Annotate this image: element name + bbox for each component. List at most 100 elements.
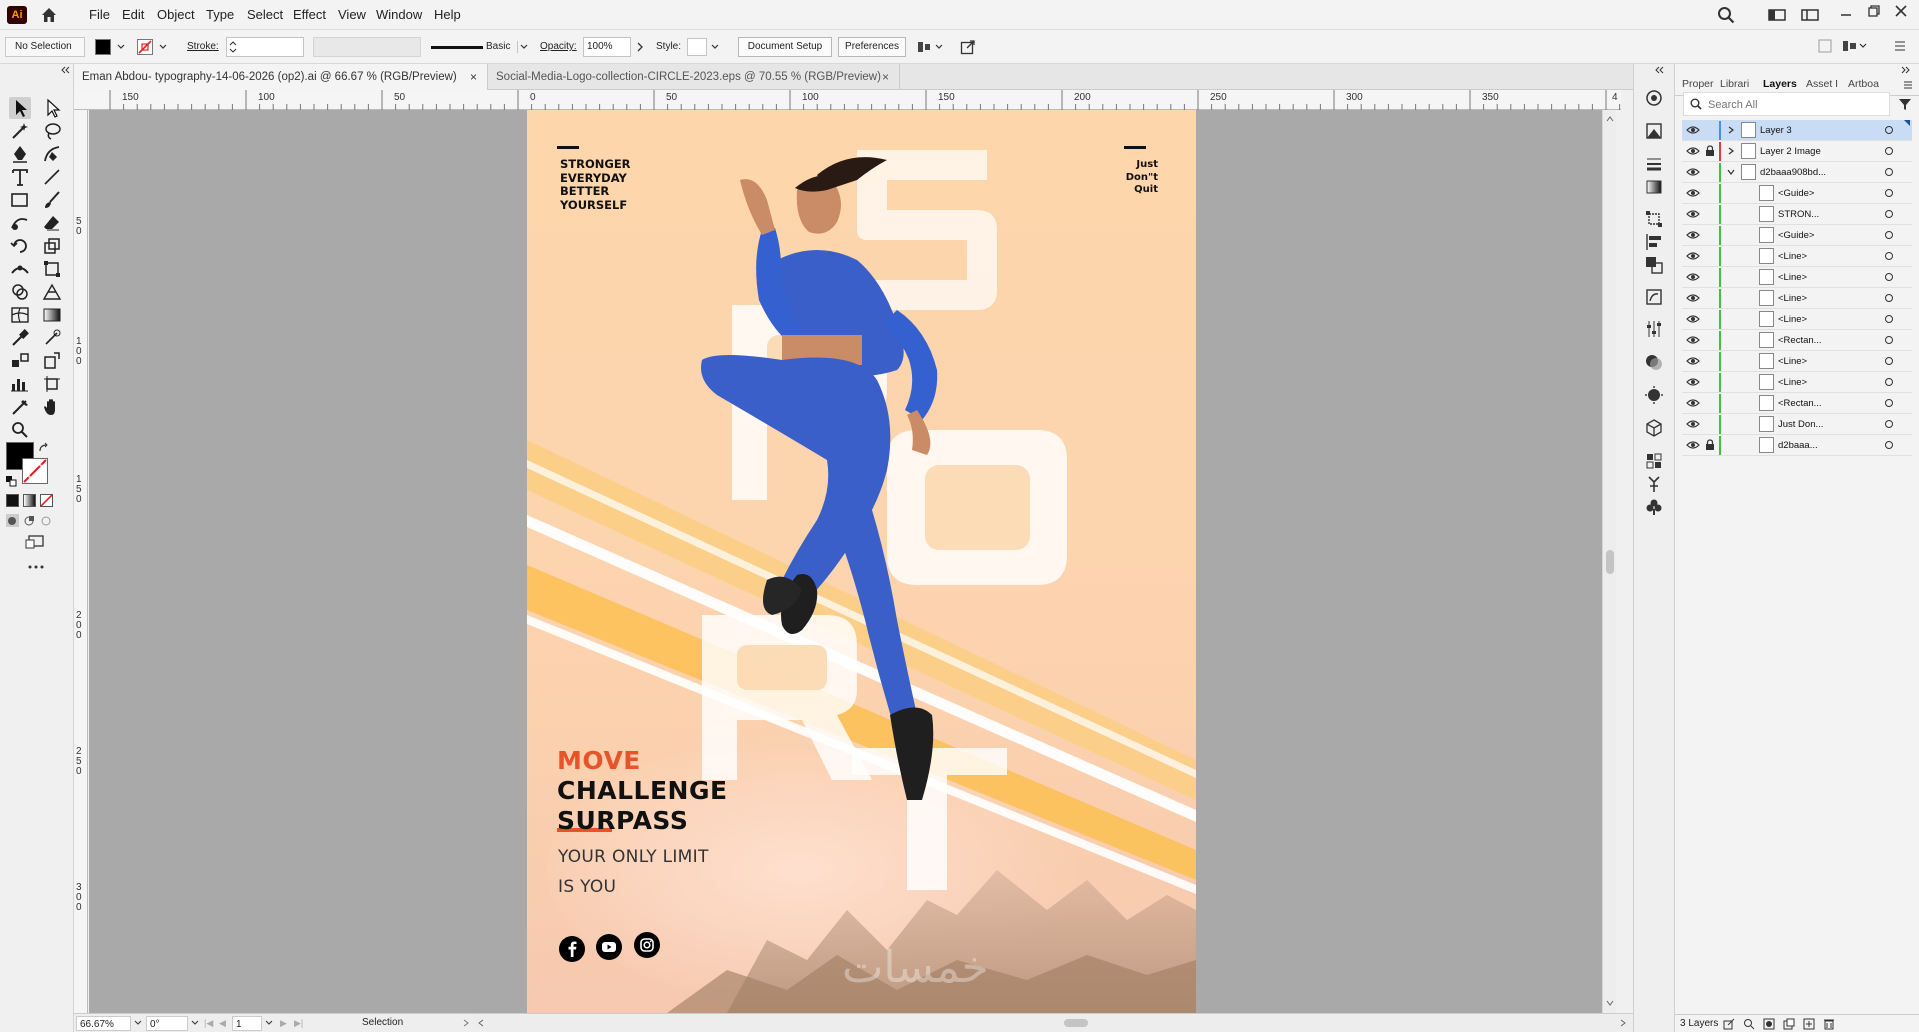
visibility-eye-icon[interactable] <box>1686 209 1700 219</box>
stroke-panel-icon[interactable] <box>1644 154 1664 174</box>
visibility-eye-icon[interactable] <box>1686 377 1700 387</box>
tab-active-document[interactable]: Eman Abdou- typography-14-06-2026 (op2).… <box>74 64 488 90</box>
layer-row[interactable]: d2baaa908bd... <box>1682 162 1912 183</box>
live-paint-tool-icon[interactable] <box>41 350 63 372</box>
vertical-scroll-thumb[interactable] <box>1606 550 1614 574</box>
target-circle-icon[interactable] <box>1884 167 1894 177</box>
visibility-eye-icon[interactable] <box>1686 419 1700 429</box>
scroll-up-icon[interactable] <box>1606 116 1614 122</box>
blend-tool-icon[interactable] <box>9 350 31 372</box>
visibility-eye-icon[interactable] <box>1686 230 1700 240</box>
artboard-number-field[interactable]: 1 <box>232 1016 262 1031</box>
rotation-dropdown-icon[interactable] <box>190 1019 200 1027</box>
layer-row[interactable]: <Line> <box>1682 246 1912 267</box>
minimize-button[interactable] <box>1838 5 1854 21</box>
lock-icon[interactable] <box>1705 439 1715 451</box>
edit-toolbar-icon[interactable] <box>27 562 45 572</box>
restore-button[interactable] <box>1866 3 1882 19</box>
next-artboard-icon[interactable]: ▶ <box>280 1018 290 1028</box>
width-tool-icon[interactable] <box>9 258 31 280</box>
visibility-eye-icon[interactable] <box>1686 188 1700 198</box>
layer-row[interactable]: <Rectan... <box>1682 393 1912 414</box>
default-fill-stroke-icon[interactable] <box>5 475 17 487</box>
rectangle-tool-icon[interactable] <box>9 189 31 211</box>
draw-behind-icon[interactable] <box>23 514 36 527</box>
canvas-area[interactable]: STRONGER EVERYDAY BETTER YOURSELF Just D… <box>89 110 1616 1013</box>
hand-tool-icon[interactable] <box>41 396 63 418</box>
target-circle-icon[interactable] <box>1884 356 1894 366</box>
opacity-field[interactable]: 100% <box>583 37 631 57</box>
zoom-tool-icon[interactable] <box>9 419 31 441</box>
layer-row[interactable]: <Line> <box>1682 309 1912 330</box>
none-mode-icon[interactable] <box>40 494 53 507</box>
draw-normal-icon[interactable] <box>6 514 19 527</box>
prev-artboard-icon[interactable]: ◀ <box>219 1018 229 1028</box>
shaper-tool-icon[interactable] <box>9 212 31 234</box>
align-panel-icon[interactable] <box>1644 232 1664 252</box>
target-circle-icon[interactable] <box>1884 251 1894 261</box>
eraser-tool-icon[interactable] <box>41 212 63 234</box>
artboard-dropdown-icon[interactable] <box>264 1019 274 1027</box>
pathfinder-panel-icon[interactable] <box>1644 255 1664 275</box>
target-circle-icon[interactable] <box>1884 209 1894 219</box>
stroke-stepper-icon[interactable] <box>228 39 238 55</box>
scale-tool-icon[interactable] <box>41 235 63 257</box>
brush-dropdown-icon[interactable] <box>517 41 529 53</box>
pen-tool-icon[interactable] <box>9 143 31 165</box>
menu-help[interactable]: Help <box>434 7 461 22</box>
swap-fill-stroke-icon[interactable] <box>38 442 50 454</box>
home-icon[interactable] <box>40 6 58 24</box>
menu-type[interactable]: Type <box>206 7 234 22</box>
layers-search-input[interactable] <box>1708 96 1883 113</box>
menu-file[interactable]: File <box>89 7 110 22</box>
document-setup-button[interactable]: Document Setup <box>738 37 832 57</box>
tab-social-logos[interactable]: Social-Media-Logo-collection-CIRCLE-2023… <box>488 64 900 90</box>
opacity-label[interactable]: Opacity: <box>540 41 577 52</box>
new-sublayer-icon[interactable] <box>1783 1018 1795 1030</box>
scroll-left-icon[interactable] <box>478 1019 484 1027</box>
expand-layer-icon[interactable] <box>1726 125 1736 135</box>
layer-row[interactable]: Layer 3 <box>1682 120 1912 141</box>
target-circle-icon[interactable] <box>1884 314 1894 324</box>
color-mode-icon[interactable] <box>6 494 19 507</box>
export-to-library-icon[interactable] <box>1723 1018 1735 1030</box>
panel-toggle-icon[interactable] <box>1818 39 1832 53</box>
last-artboard-icon[interactable]: ▶| <box>294 1018 304 1028</box>
rotation-field[interactable]: 0° <box>146 1016 188 1031</box>
filter-icon[interactable] <box>1898 97 1912 111</box>
direct-selection-tool-icon[interactable] <box>41 97 63 119</box>
visibility-eye-icon[interactable] <box>1686 272 1700 282</box>
measure-tool-icon[interactable] <box>41 327 63 349</box>
layer-row[interactable]: <Guide> <box>1682 225 1912 246</box>
tab-layers[interactable]: Layers <box>1763 78 1797 90</box>
shape-builder-tool-icon[interactable] <box>9 281 31 303</box>
collapse-layer-icon[interactable] <box>1726 167 1736 177</box>
paintbrush-tool-icon[interactable] <box>41 189 63 211</box>
horizontal-scroll-thumb[interactable] <box>1064 1019 1088 1027</box>
transform-panel-icon[interactable] <box>1644 209 1664 229</box>
line-segment-tool-icon[interactable] <box>41 166 63 188</box>
visibility-eye-icon[interactable] <box>1686 293 1700 303</box>
layer-row[interactable]: <Line> <box>1682 267 1912 288</box>
draw-inside-icon[interactable] <box>40 514 53 527</box>
libraries-panel-icon[interactable] <box>1644 451 1664 471</box>
layer-row[interactable]: <Line> <box>1682 288 1912 309</box>
visibility-eye-icon[interactable] <box>1686 440 1700 450</box>
locate-object-icon[interactable] <box>1743 1018 1755 1030</box>
first-artboard-icon[interactable]: |◀ <box>204 1018 214 1028</box>
free-transform-tool-icon[interactable] <box>41 258 63 280</box>
tab-asset-export[interactable]: Asset I <box>1806 78 1838 90</box>
close-tab-icon[interactable]: × <box>882 64 889 90</box>
target-circle-icon[interactable] <box>1884 272 1894 282</box>
visibility-eye-icon[interactable] <box>1686 356 1700 366</box>
horizontal-ruler[interactable]: 150 100 50 0 50 100 150 200 250 300 350 … <box>74 90 1621 110</box>
layer-row[interactable]: <Rectan... <box>1682 330 1912 351</box>
image-trace-panel-icon[interactable] <box>1644 121 1664 141</box>
gradient-mode-icon[interactable] <box>23 494 36 507</box>
vertical-scrollbar[interactable] <box>1602 110 1616 1013</box>
scroll-down-icon[interactable] <box>1606 1000 1614 1006</box>
zoom-dropdown-icon[interactable] <box>133 1019 143 1027</box>
fill-swatch[interactable] <box>95 39 111 55</box>
color-guide-panel-icon[interactable] <box>1644 385 1664 405</box>
horizontal-scrollbar[interactable] <box>474 1015 1632 1031</box>
